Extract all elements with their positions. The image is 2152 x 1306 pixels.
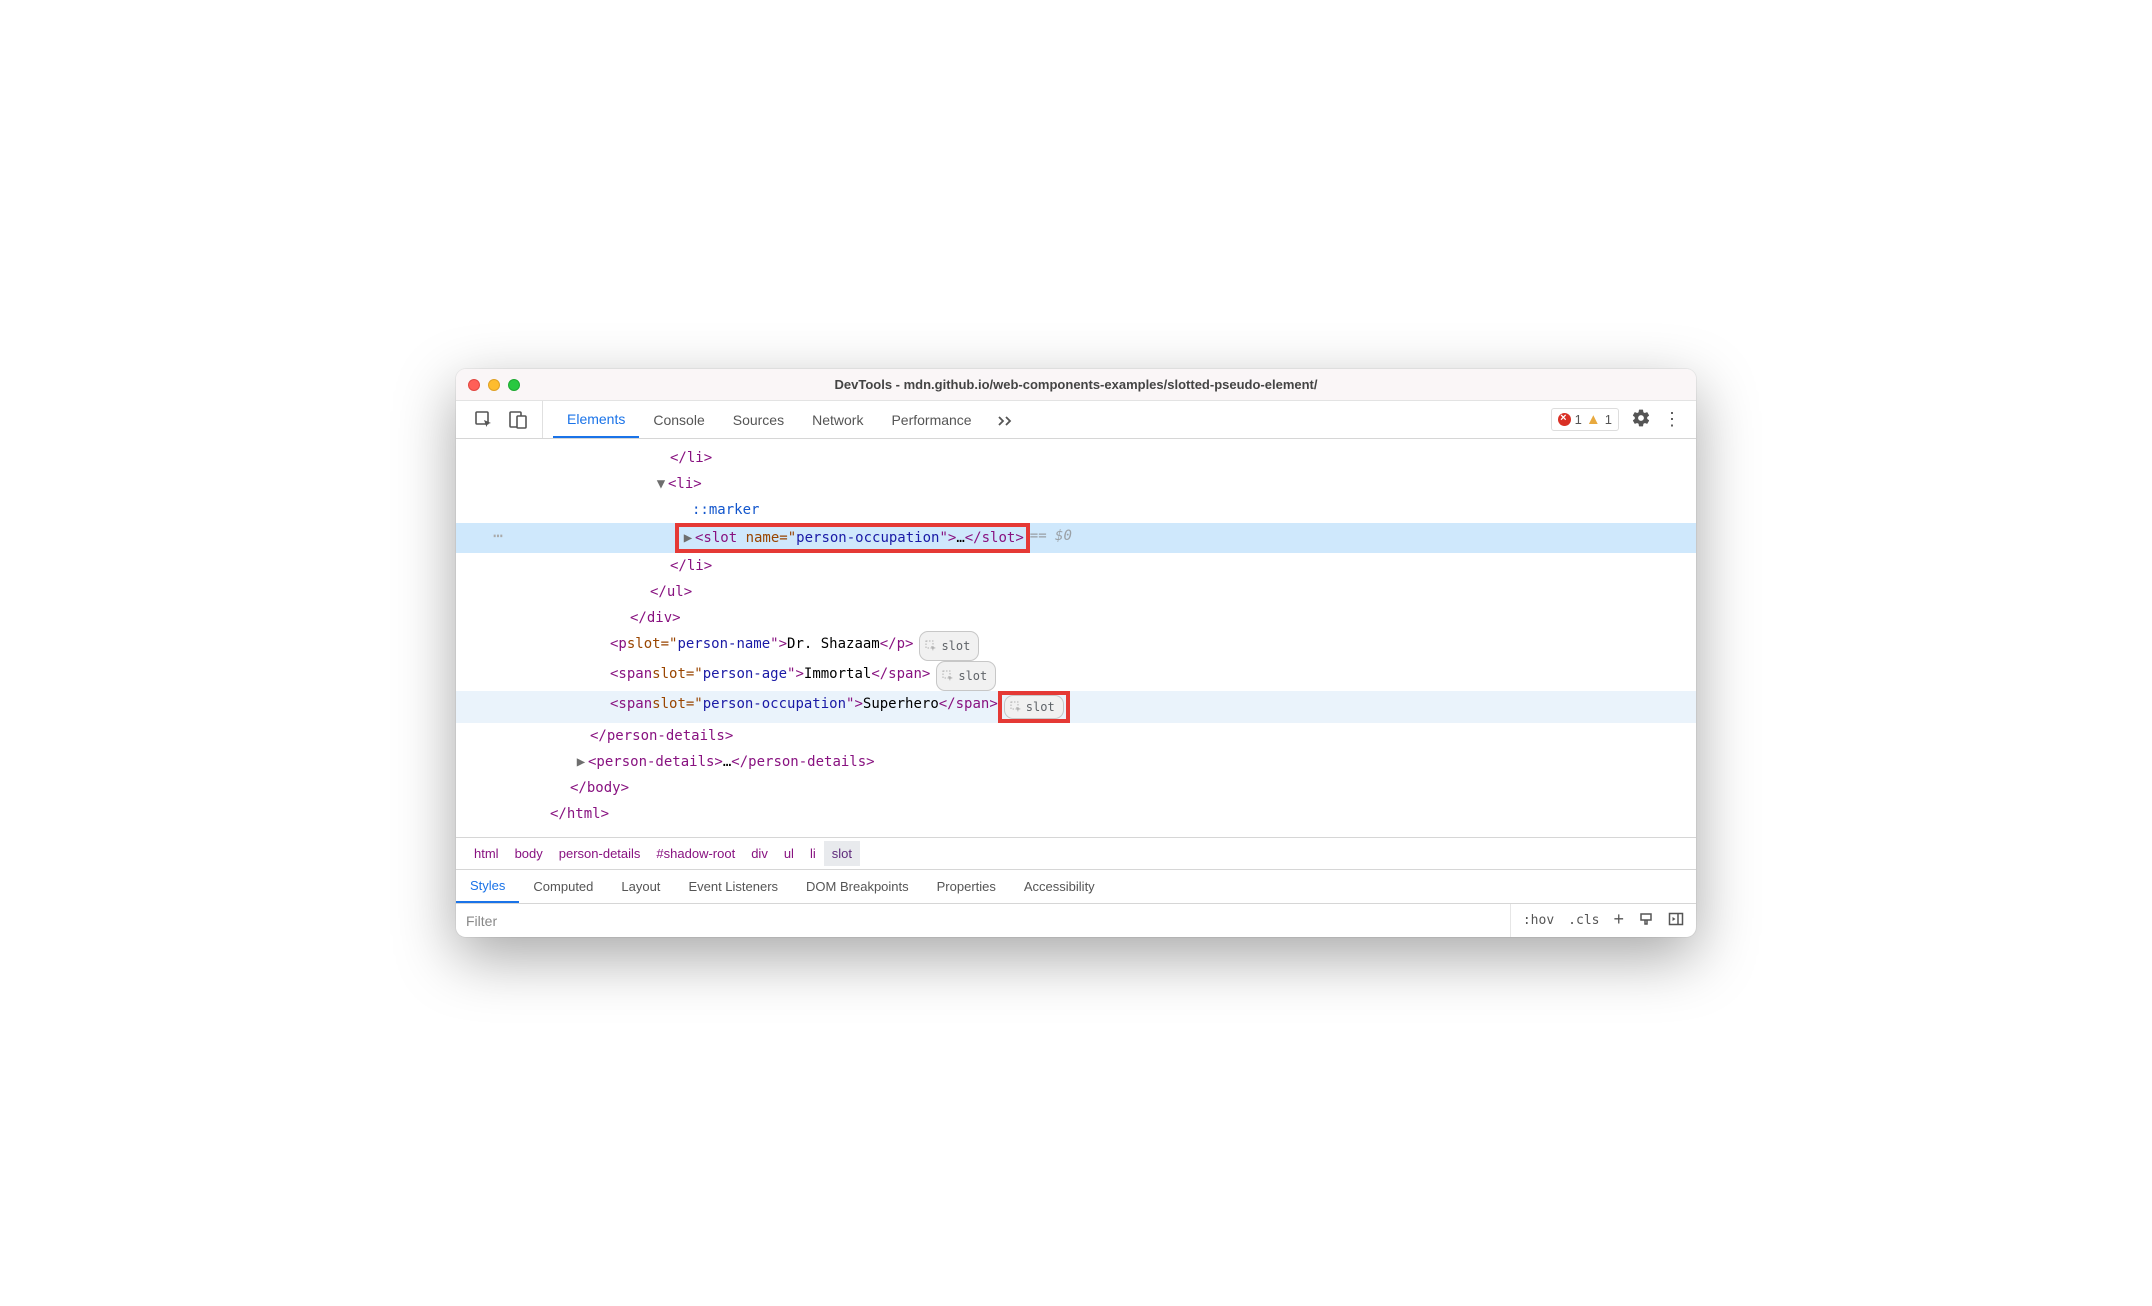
warning-count: 1	[1605, 412, 1612, 427]
crumb-shadow-root[interactable]: #shadow-root	[648, 841, 743, 866]
toolbar-right: 1 ▲ 1 ⋮	[1537, 401, 1696, 438]
subtab-accessibility[interactable]: Accessibility	[1010, 870, 1109, 903]
tree-row[interactable]: <span slot="person-occupation">Superhero…	[456, 691, 1696, 723]
subtab-styles[interactable]: Styles	[456, 870, 519, 903]
subtab-dom-breakpoints[interactable]: DOM Breakpoints	[792, 870, 923, 903]
tab-network[interactable]: Network	[798, 401, 877, 438]
crumb-person[interactable]: person-details	[551, 841, 649, 866]
tree-row[interactable]: </body>	[456, 775, 1696, 801]
crumb-li[interactable]: li	[802, 841, 824, 866]
toggle-sidebar-icon[interactable]	[1668, 911, 1684, 930]
breadcrumb-bar: html body person-details #shadow-root di…	[456, 837, 1696, 869]
crumb-div[interactable]: div	[743, 841, 776, 866]
warning-icon: ▲	[1586, 411, 1601, 428]
paint-brush-icon[interactable]	[1638, 911, 1654, 930]
toggle-cls-button[interactable]: .cls	[1568, 913, 1599, 928]
subtab-properties[interactable]: Properties	[923, 870, 1010, 903]
zoom-window-button[interactable]	[508, 379, 520, 391]
window-controls	[456, 379, 520, 391]
titlebar: DevTools - mdn.github.io/web-components-…	[456, 369, 1696, 401]
styles-filter-bar: :hov .cls +	[456, 903, 1696, 937]
reveal-slot-pill[interactable]: slot	[936, 661, 996, 691]
tree-row[interactable]: </li>	[456, 553, 1696, 579]
toolbar-left	[456, 401, 543, 438]
tree-row[interactable]: ▼ <li>	[456, 471, 1696, 497]
close-window-button[interactable]	[468, 379, 480, 391]
tree-row[interactable]: <p slot="person-name">Dr. Shazaam</p> sl…	[456, 631, 1696, 661]
disclosure-triangle-icon[interactable]: ▶	[681, 528, 695, 548]
minimize-window-button[interactable]	[488, 379, 500, 391]
row-actions-icon[interactable]: ⋯	[456, 523, 540, 553]
panel-tabs: Elements Console Sources Network Perform…	[543, 401, 1537, 438]
crumb-slot[interactable]: slot	[824, 841, 860, 866]
tab-performance[interactable]: Performance	[877, 401, 985, 438]
disclosure-triangle-icon[interactable]: ▼	[654, 471, 668, 497]
error-count: 1	[1575, 412, 1582, 427]
reveal-slot-pill[interactable]: slot	[919, 631, 979, 661]
tree-row[interactable]: </ul>	[456, 579, 1696, 605]
tree-row[interactable]: <span slot="person-age">Immortal</span> …	[456, 661, 1696, 691]
subtab-computed[interactable]: Computed	[519, 870, 607, 903]
crumb-html[interactable]: html	[466, 841, 507, 866]
crumb-body[interactable]: body	[507, 841, 551, 866]
tree-row[interactable]: </div>	[456, 605, 1696, 631]
subtab-layout[interactable]: Layout	[607, 870, 674, 903]
highlight-frame: slot	[998, 691, 1070, 723]
tab-console[interactable]: Console	[639, 401, 718, 438]
styles-filter-input[interactable]	[456, 907, 1510, 935]
tree-row[interactable]: ::marker	[456, 497, 1696, 523]
toggle-hov-button[interactable]: :hov	[1523, 913, 1554, 928]
devtools-window: DevTools - mdn.github.io/web-components-…	[456, 369, 1696, 937]
tab-elements[interactable]: Elements	[553, 401, 639, 438]
main-toolbar: Elements Console Sources Network Perform…	[456, 401, 1696, 439]
highlight-frame: ▶<slot name="person-occupation">…</slot>	[675, 523, 1030, 553]
device-toolbar-icon[interactable]	[508, 410, 528, 430]
error-icon	[1558, 413, 1571, 426]
new-style-rule-icon[interactable]: +	[1613, 909, 1624, 930]
more-tabs-icon[interactable]	[986, 401, 1028, 438]
reveal-slot-pill[interactable]: slot	[1004, 695, 1064, 719]
tree-row-selected[interactable]: ⋯ ▶<slot name="person-occupation">…</slo…	[456, 523, 1696, 553]
tree-row[interactable]: ▶ <person-details>…</person-details>	[456, 749, 1696, 775]
tree-row[interactable]: </html>	[456, 801, 1696, 827]
window-title: DevTools - mdn.github.io/web-components-…	[456, 377, 1696, 392]
styles-subtabs: Styles Computed Layout Event Listeners D…	[456, 869, 1696, 903]
selected-element-ref: == $0	[1030, 523, 1072, 553]
issues-badge[interactable]: 1 ▲ 1	[1551, 408, 1619, 431]
tree-row[interactable]: </person-details>	[456, 723, 1696, 749]
elements-tree[interactable]: </li> ▼ <li> ::marker ⋯ ▶<slot name="per…	[456, 439, 1696, 837]
tree-row[interactable]: </li>	[456, 445, 1696, 471]
disclosure-triangle-icon[interactable]: ▶	[574, 749, 588, 775]
tab-sources[interactable]: Sources	[719, 401, 798, 438]
subtab-event-listeners[interactable]: Event Listeners	[674, 870, 792, 903]
settings-icon[interactable]	[1631, 408, 1651, 431]
more-options-icon[interactable]: ⋮	[1663, 409, 1682, 430]
crumb-ul[interactable]: ul	[776, 841, 802, 866]
styles-filter-tools: :hov .cls +	[1510, 904, 1696, 937]
inspect-element-icon[interactable]	[474, 410, 494, 430]
